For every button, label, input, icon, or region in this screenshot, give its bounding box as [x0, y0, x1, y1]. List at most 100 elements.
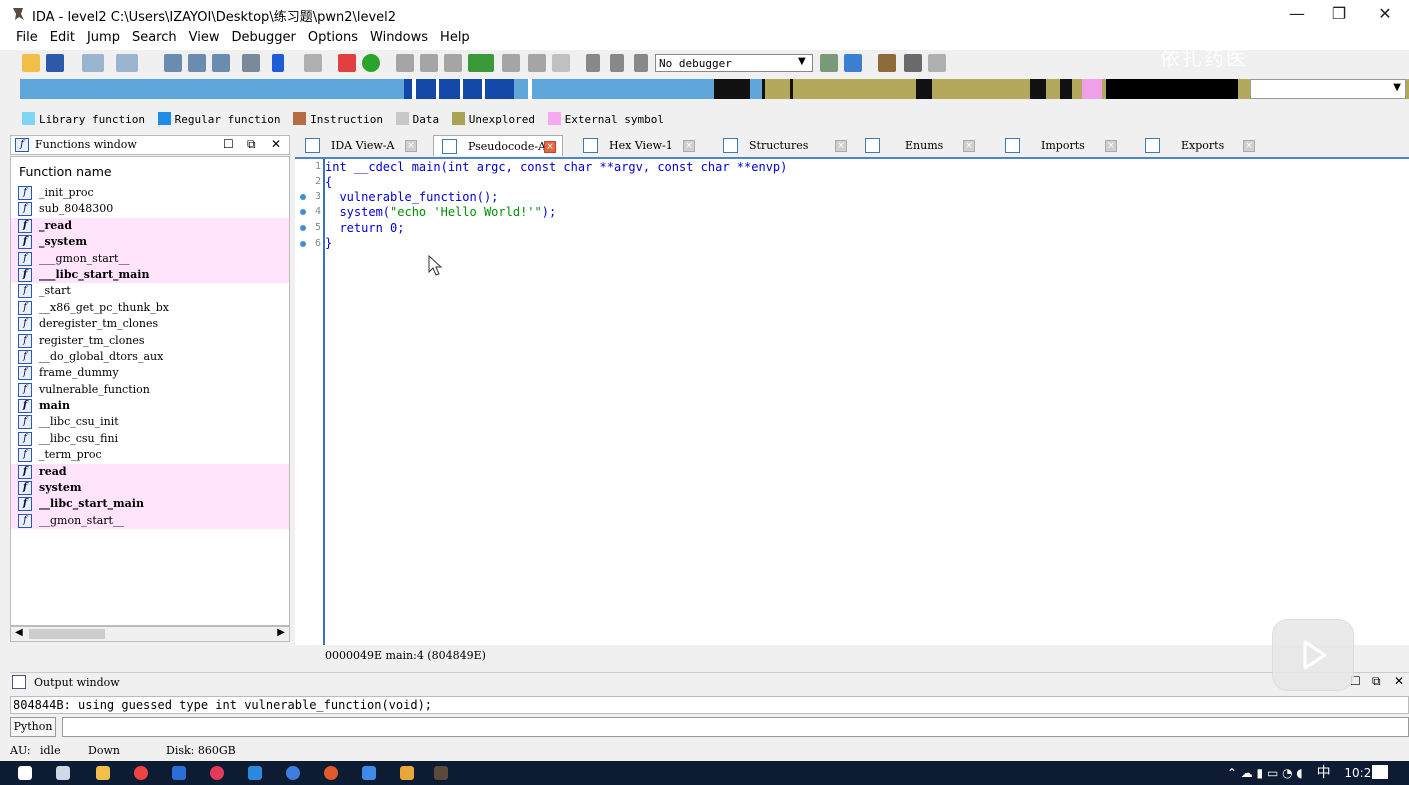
- menu-help[interactable]: Help: [434, 28, 476, 47]
- code-line[interactable]: vulnerable_function();: [325, 190, 498, 204]
- chevron-down-icon[interactable]: ▼: [798, 56, 806, 67]
- search-text-icon[interactable]: [164, 54, 182, 72]
- close-button[interactable]: ✕: [1362, 2, 1408, 26]
- menu-windows[interactable]: Windows: [364, 28, 434, 47]
- ida-taskbar-icon[interactable]: [434, 766, 448, 780]
- navigation-band[interactable]: [20, 79, 1409, 99]
- forward-icon[interactable]: [116, 54, 138, 72]
- menu-search[interactable]: Search: [126, 28, 183, 47]
- run-circle-icon[interactable]: [362, 54, 380, 72]
- function-row[interactable]: f _init_proc: [11, 185, 289, 201]
- python-button[interactable]: Python: [10, 717, 56, 737]
- tab-hex-view-1[interactable]: Hex View-1 ×: [575, 135, 703, 156]
- function-row[interactable]: f __x86_get_pc_thunk_bx: [11, 300, 289, 316]
- float-icon[interactable]: ⧉: [247, 137, 256, 152]
- output-text[interactable]: 804844B: using guessed type int vulnerab…: [10, 696, 1409, 714]
- tab-close-icon[interactable]: ×: [1105, 140, 1117, 152]
- function-row[interactable]: f _term_proc: [11, 447, 289, 463]
- python-input[interactable]: [62, 717, 1409, 737]
- notification-icon[interactable]: [1372, 765, 1388, 779]
- close-icon[interactable]: ✕: [271, 137, 281, 151]
- jump-down-arrow-icon[interactable]: [272, 54, 284, 72]
- app-icon[interactable]: [400, 766, 414, 780]
- app-icon[interactable]: [362, 766, 376, 780]
- tab-ida-view-a[interactable]: IDA View-A ×: [297, 135, 423, 156]
- tab-exports[interactable]: Exports ×: [1137, 135, 1273, 156]
- restore-button[interactable]: ❐: [1316, 2, 1362, 26]
- open-file-icon[interactable]: [22, 54, 40, 72]
- remove-icon[interactable]: [502, 54, 520, 72]
- function-row[interactable]: f system: [11, 480, 289, 497]
- code-icon[interactable]: [396, 54, 414, 72]
- scroll-thumb[interactable]: [29, 629, 105, 639]
- search-immediate-icon[interactable]: [212, 54, 230, 72]
- ime-indicator[interactable]: 中: [1317, 765, 1331, 781]
- tab-imports[interactable]: Imports ×: [997, 135, 1133, 156]
- menu-jump[interactable]: Jump: [81, 28, 126, 47]
- tracing-icon[interactable]: [904, 54, 922, 72]
- tab-enums[interactable]: Enums ×: [857, 135, 991, 156]
- code-line[interactable]: }: [325, 236, 332, 250]
- task-view-icon[interactable]: [56, 766, 70, 780]
- debug-option-icon[interactable]: [820, 54, 838, 72]
- app-icon[interactable]: [286, 766, 300, 780]
- function-row[interactable]: f __gmon_start__: [11, 512, 289, 530]
- refresh-icon[interactable]: [844, 54, 862, 72]
- pause-icon[interactable]: [610, 54, 624, 72]
- data-icon[interactable]: [420, 54, 438, 72]
- function-row[interactable]: f register_tm_clones: [11, 333, 289, 349]
- menu-edit[interactable]: Edit: [44, 28, 81, 47]
- graph-icon[interactable]: [338, 54, 356, 72]
- function-row[interactable]: f _read: [11, 217, 289, 235]
- menu-view[interactable]: View: [183, 28, 226, 47]
- function-row[interactable]: f frame_dummy: [11, 365, 289, 381]
- tab-close-icon[interactable]: ×: [405, 140, 417, 152]
- tab-pseudocode-a[interactable]: Pseudocode-A ×: [433, 135, 563, 156]
- patch-icon[interactable]: [304, 54, 322, 72]
- function-row[interactable]: f __libc_csu_fini: [11, 431, 289, 447]
- tab-close-icon[interactable]: ×: [1243, 140, 1255, 152]
- float-icon[interactable]: ⧉: [1372, 674, 1381, 689]
- windows-start-icon[interactable]: [18, 766, 32, 780]
- save-icon[interactable]: [46, 54, 64, 72]
- tab-close-icon[interactable]: ×: [835, 140, 847, 152]
- find-icon[interactable]: [242, 54, 260, 72]
- menu-debugger[interactable]: Debugger: [225, 28, 301, 47]
- pseudocode-view[interactable]: 1 2 3 4 5 6 int __cdecl main(int argc, c…: [295, 157, 1409, 647]
- app-icon[interactable]: [210, 766, 224, 780]
- image-icon[interactable]: [528, 54, 546, 72]
- code-line[interactable]: return 0;: [325, 221, 404, 235]
- debugger-select[interactable]: No debugger: [655, 54, 813, 72]
- menu-options[interactable]: Options: [302, 28, 364, 47]
- function-row[interactable]: f _start: [11, 283, 289, 299]
- scroll-left-icon[interactable]: ◀: [15, 627, 23, 638]
- breakpoint-icon[interactable]: [878, 54, 896, 72]
- menu-file[interactable]: File: [10, 28, 44, 47]
- function-row[interactable]: f deregister_tm_clones: [11, 316, 289, 332]
- close-icon[interactable]: ✕: [1394, 674, 1404, 688]
- code-line[interactable]: system("echo 'Hello World!'");: [325, 205, 556, 219]
- chrome-icon[interactable]: [134, 766, 148, 780]
- app-icon[interactable]: [248, 766, 262, 780]
- function-row[interactable]: f read: [11, 463, 289, 481]
- tray-icons[interactable]: ⌃ ☁ ▮ ▭ ◔ ◖: [1227, 766, 1303, 780]
- video-play-overlay[interactable]: [1272, 619, 1354, 691]
- function-row[interactable]: f sub_8048300: [11, 201, 289, 217]
- function-row[interactable]: f vulnerable_function: [11, 382, 289, 398]
- back-icon[interactable]: [82, 54, 104, 72]
- tab-structures[interactable]: Structures ×: [715, 135, 853, 156]
- code-line[interactable]: {: [325, 175, 332, 189]
- navigation-select[interactable]: ▼: [1250, 79, 1406, 99]
- play-icon[interactable]: [586, 54, 600, 72]
- maximize-icon[interactable]: ☐: [223, 137, 234, 151]
- app-icon[interactable]: [172, 766, 186, 780]
- tab-close-icon[interactable]: ×: [544, 141, 556, 153]
- struct-icon[interactable]: [444, 54, 462, 72]
- function-row[interactable]: f __do_global_dtors_aux: [11, 349, 289, 365]
- tools-icon[interactable]: [928, 54, 946, 72]
- function-row[interactable]: f _system: [11, 234, 289, 251]
- horizontal-scrollbar[interactable]: ◀ ▶: [10, 626, 290, 642]
- code-line[interactable]: int __cdecl main(int argc, const char **…: [325, 160, 787, 174]
- function-row[interactable]: f ___libc_start_main: [11, 266, 289, 284]
- function-row[interactable]: f ___gmon_start__: [11, 250, 289, 267]
